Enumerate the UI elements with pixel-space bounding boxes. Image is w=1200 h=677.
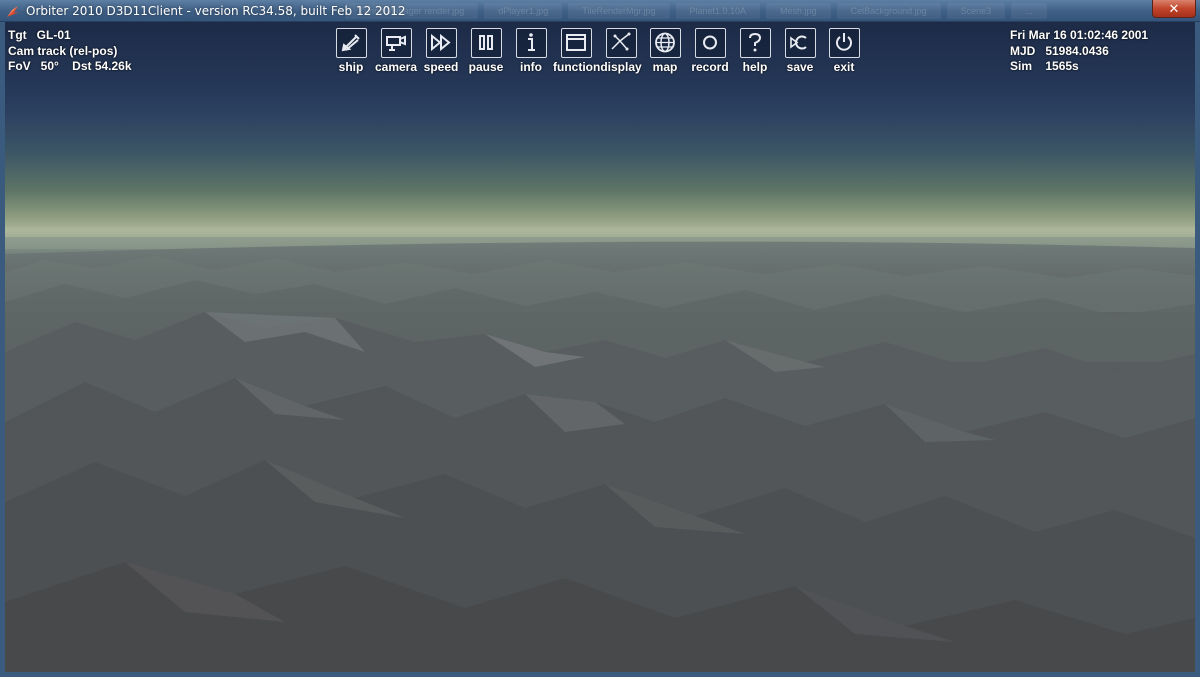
pause-label: pause: [468, 60, 504, 74]
sim-time-label: Sim 1565s: [1010, 59, 1079, 73]
orbiter-logo-icon: [7, 6, 19, 17]
ship-icon: [335, 28, 367, 58]
fov-distance-label: FoV 50° Dst 54.26k: [8, 59, 132, 73]
info-label: info: [520, 60, 542, 74]
help-button[interactable]: help: [732, 28, 778, 76]
exit-label: exit: [833, 60, 855, 74]
globe-icon: [649, 28, 681, 58]
ghost-tab: dPlayer1.jpg: [484, 3, 563, 19]
display-icon: [605, 28, 637, 58]
ghost-tab: Planet1.0.10A: [675, 3, 761, 19]
power-icon: [828, 28, 860, 58]
info-icon: [515, 28, 547, 58]
ghost-tab: TunnelManager render.jpg: [345, 3, 479, 19]
close-icon: ✕: [1168, 1, 1180, 16]
speed-label: speed: [423, 60, 459, 74]
ghost-tab: TileRenderMgr.jpg: [568, 3, 670, 19]
background-window-tabs: TunnelManager render.jpg dPlayer1.jpg Ti…: [345, 3, 1150, 19]
simulation-viewport[interactable]: [5, 22, 1195, 672]
camera-label: camera: [374, 60, 418, 74]
save-button[interactable]: save: [777, 28, 823, 76]
window-icon: [560, 28, 592, 58]
pause-button[interactable]: pause: [463, 28, 509, 76]
help-label: help: [742, 60, 768, 74]
time-info-panel: Fri Mar 16 01:02:46 2001 MJD 51984.0436 …: [1010, 28, 1148, 75]
question-icon: [739, 28, 771, 58]
map-label: map: [652, 60, 678, 74]
camera-button[interactable]: camera: [373, 28, 419, 76]
target-label: Tgt GL-01: [8, 28, 71, 42]
ghost-tab: CelBackground.jpg: [836, 3, 941, 19]
display-button[interactable]: display: [598, 28, 644, 76]
ship-button[interactable]: ship: [328, 28, 374, 76]
window-title-bar[interactable]: Orbiter 2010 D3D11Client - version RC34.…: [0, 0, 1200, 22]
record-icon: [694, 28, 726, 58]
record-label: record: [691, 60, 729, 74]
function-button[interactable]: function: [553, 28, 601, 76]
map-button[interactable]: map: [642, 28, 688, 76]
exit-button[interactable]: exit: [821, 28, 867, 76]
save-label: save: [786, 60, 814, 74]
window-border-right: [1195, 22, 1200, 677]
save-icon: [784, 28, 816, 58]
mountain-terrain: [5, 227, 1195, 672]
speed-button[interactable]: speed: [418, 28, 464, 76]
mjd-label: MJD 51984.0436: [1010, 43, 1109, 58]
display-label: display: [600, 60, 642, 74]
window-border-bottom: [0, 672, 1200, 677]
date-label: Fri Mar 16 01:02:46 2001: [1010, 28, 1149, 42]
ghost-tab: Scene3: [946, 3, 1006, 19]
function-label: function: [553, 60, 601, 74]
camera-icon: [380, 28, 412, 58]
fast-forward-icon: [425, 28, 457, 58]
ship-label: ship: [338, 60, 364, 74]
ghost-tab: ...: [1011, 3, 1047, 19]
target-info-panel: Tgt GL-01 Cam track (rel-pos) FoV 50° Ds…: [8, 28, 132, 75]
pause-icon: [470, 28, 502, 58]
camera-mode-label: Cam track (rel-pos): [8, 43, 118, 58]
record-button[interactable]: record: [687, 28, 733, 76]
info-button[interactable]: info: [508, 28, 554, 76]
ghost-tab: Mesh.jpg: [766, 3, 831, 19]
close-button[interactable]: ✕: [1152, 0, 1196, 18]
